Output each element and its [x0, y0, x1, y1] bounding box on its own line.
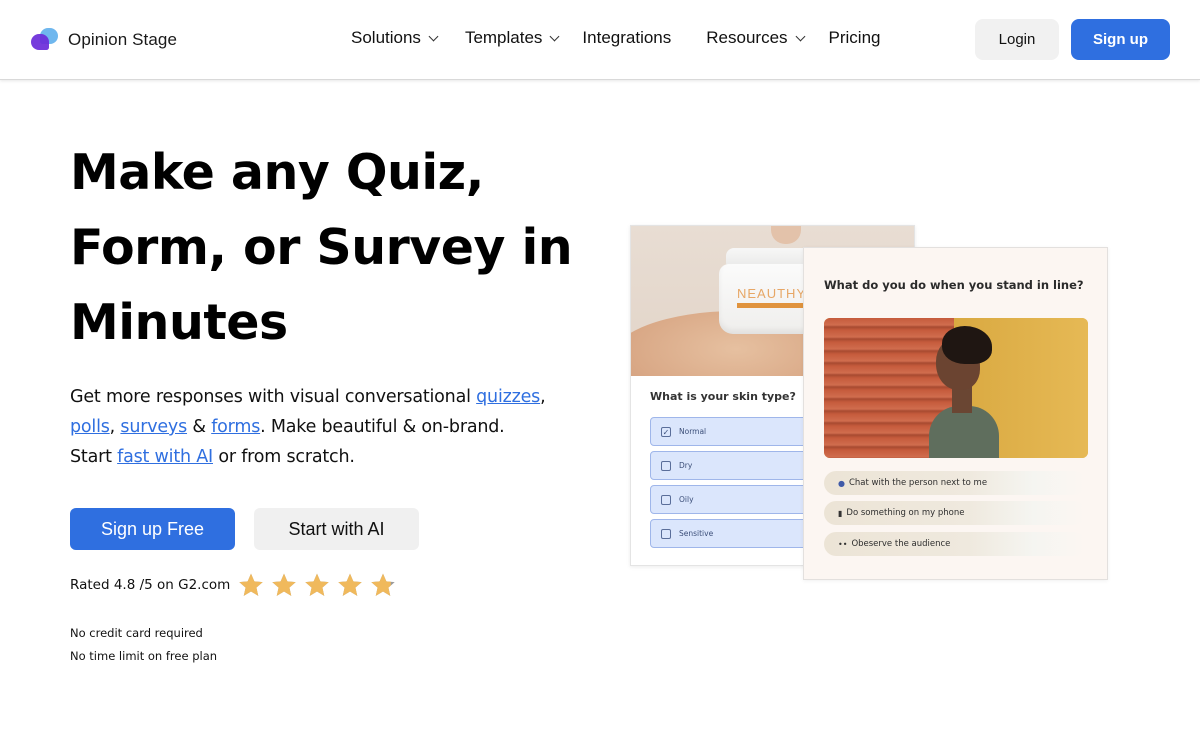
link-forms[interactable]: forms: [211, 417, 260, 437]
subtitle-text: ,: [540, 387, 546, 407]
nav-solutions[interactable]: Solutions: [351, 28, 439, 48]
subtitle-text: or from scratch.: [212, 447, 355, 467]
skin-option-label: Oily: [679, 495, 694, 504]
link-fast-with-ai[interactable]: fast with AI: [117, 447, 213, 467]
line-option-label: Chat with the person next to me: [848, 478, 988, 488]
logo-icon: [30, 27, 60, 53]
subtitle-text: ,: [109, 417, 121, 437]
subtitle-text: &: [187, 417, 212, 437]
hero-subtitle: Get more responses with visual conversat…: [70, 382, 550, 472]
chevron-down-icon: [795, 31, 805, 41]
line-survey-preview: What do you do when you stand in line? ●…: [803, 247, 1108, 580]
nav-resources[interactable]: Resources: [706, 28, 805, 48]
nav-templates-label: Templates: [464, 28, 543, 47]
skin-option-label: Sensitive: [679, 529, 714, 538]
line-option-label: Do something on my phone: [846, 508, 965, 518]
checkbox-checked-icon: ✓: [661, 426, 671, 437]
signup-free-button[interactable]: Sign up Free: [70, 508, 235, 550]
star-icon: [272, 573, 296, 596]
speech-bubble-icon: ●: [838, 478, 845, 488]
checkbox-icon: [661, 494, 671, 505]
nav-templates[interactable]: Templates: [464, 28, 560, 48]
hero-title-line: Form, or Survey in: [70, 219, 573, 276]
link-polls[interactable]: polls: [70, 417, 110, 437]
brand-logo[interactable]: Opinion Stage: [30, 27, 177, 53]
nav-pricing-label: Pricing: [828, 28, 881, 47]
checkbox-icon: [661, 460, 671, 471]
g2-rating: Rated 4.8 /5 on G2.com: [70, 572, 403, 598]
line-option[interactable]: ● Chat with the person next to me: [824, 471, 1086, 495]
nav-pricing[interactable]: Pricing: [829, 28, 881, 48]
eyes-icon: ••: [838, 539, 848, 549]
note-no-time-limit: No time limit on free plan: [70, 649, 218, 663]
skin-option-label: Dry: [679, 461, 693, 470]
skin-question: What is your skin type?: [650, 390, 796, 403]
phone-icon: ▮: [838, 508, 843, 518]
star-icon: [239, 573, 263, 596]
start-with-ai-button[interactable]: Start with AI: [254, 508, 419, 550]
checkbox-icon: [661, 528, 671, 539]
login-button[interactable]: Login: [975, 19, 1059, 60]
hero-title-line: Make any Quiz,: [70, 144, 484, 201]
nav-integrations[interactable]: Integrations: [582, 28, 671, 48]
chevron-down-icon: [549, 31, 560, 41]
man-by-wall-image: [824, 318, 1088, 458]
hero-title-line: Minutes: [70, 294, 288, 351]
chevron-down-icon: [428, 31, 439, 41]
skin-option-label: Normal: [679, 427, 707, 436]
nav-solutions-label: Solutions: [351, 28, 421, 47]
star-icon: [338, 573, 362, 596]
hero-title: Make any Quiz, Form, or Survey in Minute…: [70, 135, 590, 360]
note-no-credit-card: No credit card required: [70, 626, 203, 640]
line-option[interactable]: •• Obeserve the audience: [824, 532, 1086, 556]
nav-resources-label: Resources: [706, 28, 788, 47]
main-nav: Solutions Templates Integrations Resourc…: [351, 28, 881, 48]
line-option[interactable]: ▮ Do something on my phone: [824, 501, 1086, 525]
rating-text: Rated 4.8 /5 on G2.com: [70, 577, 231, 593]
site-header: Opinion Stage Solutions Templates Integr…: [0, 0, 1200, 80]
subtitle-text: Get more responses with visual conversat…: [70, 387, 477, 407]
line-option-label: Obeserve the audience: [851, 539, 951, 549]
star-icon: [371, 573, 395, 596]
star-icon: [305, 573, 329, 596]
brand-name: Opinion Stage: [68, 30, 178, 49]
link-surveys[interactable]: surveys: [120, 417, 187, 437]
signup-button[interactable]: Sign up: [1071, 19, 1170, 60]
rating-stars: [238, 572, 403, 598]
link-quizzes[interactable]: quizzes: [476, 387, 540, 407]
line-question: What do you do when you stand in line?: [824, 278, 1084, 292]
jar-brand-label: NEAUTHY: [737, 286, 807, 301]
nav-integrations-label: Integrations: [582, 28, 672, 47]
